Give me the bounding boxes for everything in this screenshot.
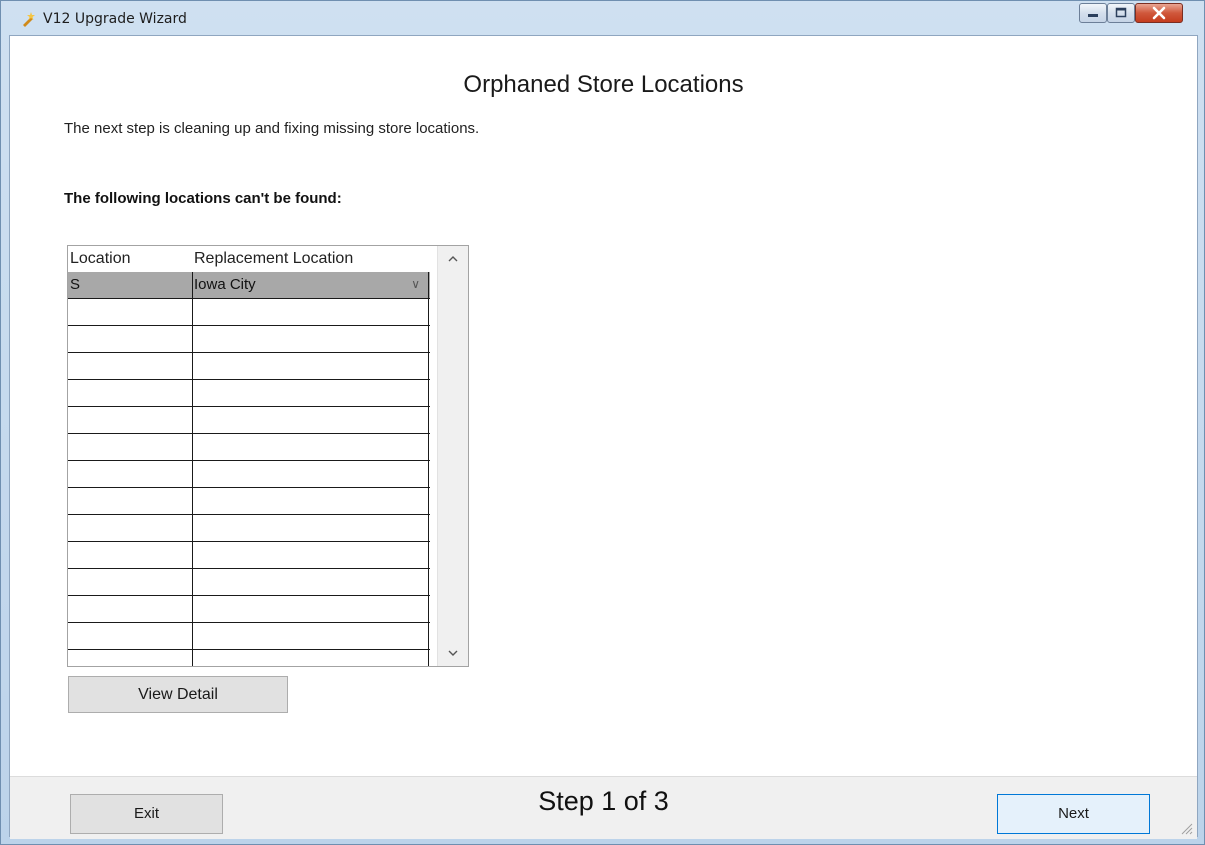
table-row[interactable] bbox=[68, 380, 430, 407]
location-cell[interactable] bbox=[70, 461, 190, 487]
column-divider bbox=[428, 272, 429, 666]
exit-button[interactable]: Exit bbox=[70, 794, 223, 834]
chevron-down-icon[interactable]: ∨ bbox=[411, 272, 420, 297]
replacement-location-cell[interactable] bbox=[194, 515, 428, 541]
table-row[interactable] bbox=[68, 515, 430, 542]
location-cell[interactable]: S bbox=[70, 272, 190, 298]
chevron-up-icon[interactable] bbox=[438, 252, 468, 266]
section-label: The following locations can't be found: bbox=[64, 190, 342, 207]
location-cell[interactable] bbox=[70, 434, 190, 460]
table-row[interactable] bbox=[68, 353, 430, 380]
table-row[interactable] bbox=[68, 569, 430, 596]
page-title: Orphaned Store Locations bbox=[463, 71, 744, 98]
table-row[interactable] bbox=[68, 434, 430, 461]
location-cell[interactable] bbox=[70, 623, 190, 649]
table-row[interactable] bbox=[68, 407, 430, 434]
minimize-icon bbox=[1088, 14, 1098, 17]
wizard-footer: Step 1 of 3 Exit Next bbox=[10, 776, 1197, 839]
location-cell[interactable] bbox=[70, 407, 190, 433]
table-row[interactable] bbox=[68, 488, 430, 515]
replacement-location-cell[interactable] bbox=[194, 434, 428, 460]
replacement-location-cell[interactable]: Iowa City bbox=[194, 272, 428, 298]
location-cell[interactable] bbox=[70, 542, 190, 568]
replacement-location-cell[interactable] bbox=[194, 461, 428, 487]
grid-header: Location Replacement Location bbox=[68, 246, 430, 272]
column-divider bbox=[192, 272, 193, 666]
location-cell[interactable] bbox=[70, 596, 190, 622]
next-button[interactable]: Next bbox=[997, 794, 1150, 834]
location-cell[interactable] bbox=[70, 326, 190, 352]
replacement-location-cell[interactable] bbox=[194, 542, 428, 568]
maximize-icon bbox=[1115, 7, 1127, 18]
wizard-icon bbox=[23, 12, 35, 27]
table-row[interactable] bbox=[68, 461, 430, 488]
table-row[interactable] bbox=[68, 542, 430, 569]
chevron-down-icon[interactable] bbox=[438, 646, 468, 660]
replacement-location-cell[interactable] bbox=[194, 299, 428, 325]
replacement-location-cell[interactable] bbox=[194, 488, 428, 514]
table-row[interactable] bbox=[68, 596, 430, 623]
title-bar[interactable]: V12 Upgrade Wizard bbox=[1, 1, 1204, 35]
replacement-location-cell[interactable] bbox=[194, 407, 428, 433]
replacement-location-cell[interactable] bbox=[194, 326, 428, 352]
window-title: V12 Upgrade Wizard bbox=[43, 11, 187, 27]
location-cell[interactable] bbox=[70, 299, 190, 325]
wizard-content: Orphaned Store Locations The next step i… bbox=[9, 35, 1198, 839]
minimize-button[interactable] bbox=[1079, 3, 1107, 23]
vertical-scrollbar[interactable] bbox=[437, 246, 468, 666]
table-row[interactable] bbox=[68, 299, 430, 326]
view-detail-button[interactable]: View Detail bbox=[68, 676, 288, 713]
replacement-location-cell[interactable] bbox=[194, 623, 428, 649]
column-header-location[interactable]: Location bbox=[70, 250, 131, 268]
maximize-button[interactable] bbox=[1107, 3, 1135, 23]
locations-grid[interactable]: Location Replacement Location S Iowa City… bbox=[67, 245, 469, 667]
location-cell[interactable] bbox=[70, 353, 190, 379]
location-cell[interactable] bbox=[70, 380, 190, 406]
replacement-location-cell[interactable] bbox=[194, 569, 428, 595]
close-icon bbox=[1152, 6, 1166, 20]
replacement-location-cell[interactable] bbox=[194, 380, 428, 406]
replacement-location-cell[interactable] bbox=[194, 353, 428, 379]
location-cell[interactable] bbox=[70, 569, 190, 595]
page-description: The next step is cleaning up and fixing … bbox=[64, 120, 480, 137]
replacement-location-cell[interactable] bbox=[194, 596, 428, 622]
table-row[interactable]: S Iowa City ∨ bbox=[68, 272, 430, 299]
resize-grip-icon[interactable] bbox=[1179, 821, 1193, 835]
grid-rows: S Iowa City ∨ bbox=[68, 272, 430, 650]
location-cell[interactable] bbox=[70, 488, 190, 514]
close-button[interactable] bbox=[1135, 3, 1183, 23]
table-row[interactable] bbox=[68, 623, 430, 650]
column-header-replacement-location[interactable]: Replacement Location bbox=[194, 250, 353, 268]
wizard-window: V12 Upgrade Wizard Orphaned Store Locati… bbox=[0, 0, 1205, 845]
location-cell[interactable] bbox=[70, 515, 190, 541]
table-row[interactable] bbox=[68, 326, 430, 353]
